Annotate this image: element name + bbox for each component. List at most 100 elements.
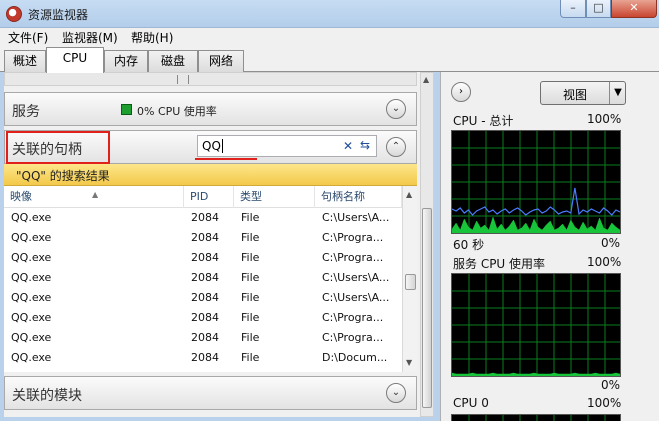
- cell-type: File: [241, 211, 260, 224]
- cell-pid: 2084: [191, 231, 219, 244]
- scroll-down-icon[interactable]: ▼: [406, 358, 412, 367]
- menu-bar: 文件(F) 监视器(M) 帮助(H): [0, 28, 659, 46]
- column-header-handle-name[interactable]: 句柄名称: [315, 186, 402, 208]
- service-activity-trace: [452, 216, 620, 233]
- cell-image: QQ.exe: [11, 331, 52, 344]
- cell-image: QQ.exe: [11, 351, 52, 364]
- handles-search-input[interactable]: QQ ✕ ⇆: [197, 135, 377, 157]
- table-row[interactable]: QQ.exe 2084 File C:\Progra...: [4, 228, 402, 248]
- handles-table-header: 映像 ▲ PID 类型 句柄名称: [4, 186, 402, 208]
- cell-type: File: [241, 231, 260, 244]
- table-row[interactable]: QQ.exe 2084 File C:\Users\A...: [4, 208, 402, 228]
- cell-handle-name: C:\Progra...: [322, 311, 384, 324]
- table-row[interactable]: QQ.exe 2084 File C:\Users\A...: [4, 288, 402, 308]
- tab-cpu[interactable]: CPU: [46, 47, 104, 73]
- tab-memory[interactable]: 内存: [104, 50, 148, 72]
- minimize-button[interactable]: –: [560, 0, 586, 18]
- cpu-total-min: 0%: [601, 236, 621, 250]
- column-header-type[interactable]: 类型: [234, 186, 315, 208]
- search-results-text: "QQ" 的搜索结果: [16, 169, 110, 183]
- cpu-total-title: CPU - 总计: [453, 114, 514, 128]
- view-dropdown-button[interactable]: 视图 ▼: [540, 81, 626, 105]
- service-cpu-title: 服务 CPU 使用率: [453, 257, 546, 271]
- search-input-value: QQ: [202, 139, 221, 153]
- handles-table-body: QQ.exe 2084 File C:\Users\A... QQ.exe 2084 Fil…: [4, 208, 402, 372]
- left-pane: 服务 0% CPU 使用率 ⌄ 关联的句柄 ⌃ QQ ✕ ⇆ "QQ" 的搜索结…: [4, 72, 434, 417]
- scroll-up-icon[interactable]: ▲: [406, 190, 412, 199]
- table-scroll-thumb[interactable]: [405, 274, 416, 290]
- cell-image: QQ.exe: [11, 211, 52, 224]
- services-title: 服务: [12, 104, 40, 120]
- search-highlight-underline: [195, 158, 257, 160]
- left-pane-scroll-thumb[interactable]: [422, 208, 432, 408]
- cell-image: QQ.exe: [11, 271, 52, 284]
- service-cpu-graph: [451, 273, 621, 377]
- table-row[interactable]: QQ.exe 2084 File D:\Docum...: [4, 348, 402, 368]
- services-cpu-usage: 0% CPU 使用率: [137, 105, 217, 118]
- resource-monitor-icon: [6, 6, 22, 22]
- view-label: 视图: [563, 88, 588, 102]
- cpu0-max: 100%: [587, 396, 622, 410]
- cpu-activity-trace: [452, 187, 620, 216]
- modules-title: 关联的模块: [12, 388, 82, 404]
- refresh-search-icon[interactable]: ⇆: [360, 138, 370, 152]
- cpu0-graph: [451, 414, 621, 421]
- left-pane-vertical-scrollbar[interactable]: ▲: [420, 72, 434, 417]
- table-row[interactable]: QQ.exe 2084 File C:\Progra...: [4, 248, 402, 268]
- cell-pid: 2084: [191, 311, 219, 324]
- window-title: 资源监视器: [28, 8, 89, 22]
- column-header-pid[interactable]: PID: [184, 186, 234, 208]
- tab-overview[interactable]: 概述: [4, 50, 46, 72]
- horizontal-scrollbar[interactable]: [4, 72, 417, 86]
- menu-help[interactable]: 帮助(H): [131, 29, 173, 46]
- service-cpu-min: 0%: [601, 378, 621, 392]
- right-pane: › 视图 ▼ CPU - 总计 100% 60 秒 0% 服务 CPU 使用率 …: [440, 72, 659, 421]
- tab-disk[interactable]: 磁盘: [148, 50, 198, 72]
- menu-monitor[interactable]: 监视器(M): [62, 29, 118, 46]
- cell-type: File: [241, 291, 260, 304]
- services-expand-button[interactable]: ⌄: [386, 99, 406, 119]
- column-header-image[interactable]: 映像 ▲: [4, 186, 184, 208]
- cell-type: File: [241, 251, 260, 264]
- dropdown-arrow-icon[interactable]: ▼: [609, 82, 626, 104]
- handles-title-highlight: [6, 131, 110, 164]
- pane-scroll-up-icon[interactable]: ▲: [423, 75, 429, 84]
- cell-pid: 2084: [191, 251, 219, 264]
- cell-image: QQ.exe: [11, 251, 52, 264]
- sort-ascending-icon: ▲: [92, 190, 99, 199]
- cell-handle-name: C:\Users\A...: [322, 271, 390, 284]
- cpu0-title: CPU 0: [453, 396, 489, 410]
- handles-collapse-button[interactable]: ⌃: [386, 137, 406, 157]
- services-section-header[interactable]: 服务 0% CPU 使用率 ⌄: [4, 92, 417, 126]
- text-caret: [222, 139, 223, 153]
- cell-pid: 2084: [191, 211, 219, 224]
- cell-pid: 2084: [191, 351, 219, 364]
- tab-network[interactable]: 网络: [198, 50, 244, 72]
- cell-image: QQ.exe: [11, 291, 52, 304]
- cpu-indicator-icon: [121, 104, 132, 115]
- cell-handle-name: C:\Users\A...: [322, 211, 390, 224]
- close-button[interactable]: ✕: [611, 0, 657, 18]
- cell-type: File: [241, 271, 260, 284]
- cell-handle-name: D:\Docum...: [322, 351, 388, 364]
- expand-graphs-button[interactable]: ›: [451, 82, 471, 102]
- modules-section-header[interactable]: 关联的模块 ⌄: [4, 376, 417, 410]
- cell-type: File: [241, 331, 260, 344]
- cpu-total-max: 100%: [587, 112, 622, 126]
- modules-expand-button[interactable]: ⌄: [386, 383, 406, 403]
- cell-type: File: [241, 311, 260, 324]
- clear-search-icon[interactable]: ✕: [343, 139, 353, 153]
- cell-pid: 2084: [191, 331, 219, 344]
- table-vertical-scrollbar[interactable]: ▲ ▼: [402, 186, 417, 372]
- table-row[interactable]: QQ.exe 2084 File C:\Users\A...: [4, 268, 402, 288]
- tab-strip: 概述 CPU 内存 磁盘 网络: [0, 46, 659, 73]
- cell-handle-name: C:\Progra...: [322, 331, 384, 344]
- table-row[interactable]: QQ.exe 2084 File C:\Progra...: [4, 308, 402, 328]
- cpu-total-graph-canvas: [452, 131, 620, 233]
- search-results-bar: "QQ" 的搜索结果: [4, 164, 417, 186]
- menu-file[interactable]: 文件(F): [8, 29, 48, 46]
- maximize-button[interactable]: □: [586, 0, 611, 18]
- scroll-grip-icon[interactable]: [177, 75, 189, 84]
- table-row[interactable]: QQ.exe 2084 File C:\Progra...: [4, 328, 402, 348]
- cell-pid: 2084: [191, 271, 219, 284]
